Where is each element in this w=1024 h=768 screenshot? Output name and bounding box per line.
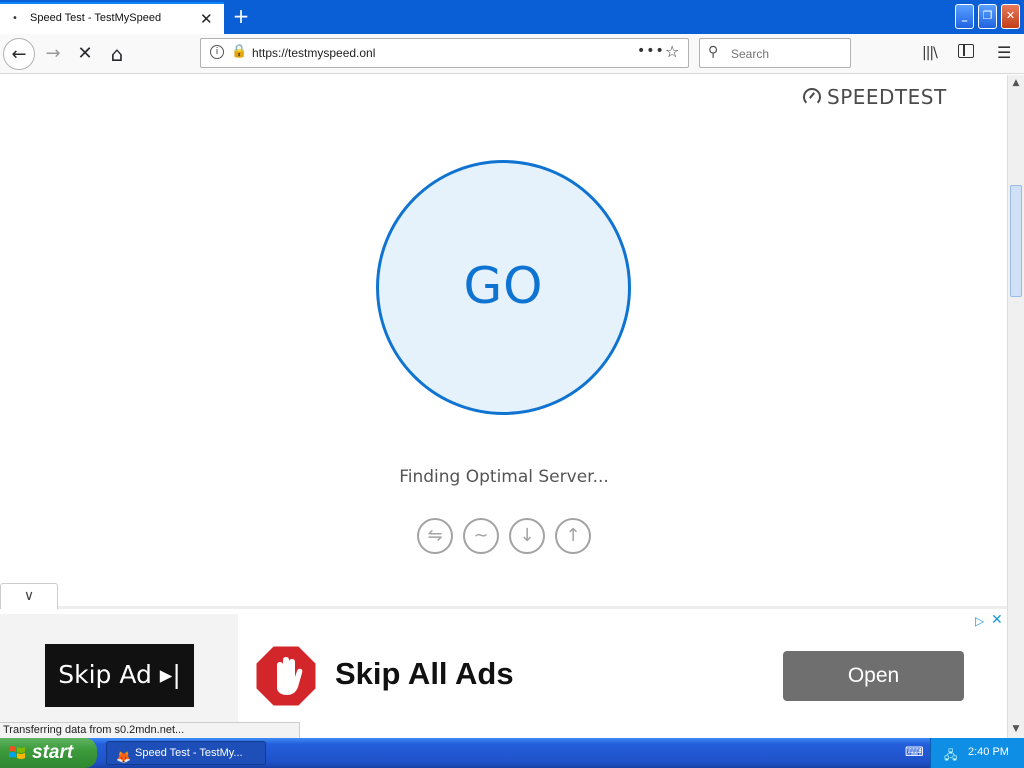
minimize-button[interactable]: _ (955, 4, 974, 29)
upload-icon: ↑ (555, 518, 591, 554)
stop-button[interactable]: ✕ (69, 38, 101, 70)
home-button[interactable]: ⌂ (101, 38, 133, 70)
start-button[interactable]: start (0, 738, 97, 768)
tab-title: Speed Test - TestMySpeed (30, 12, 162, 24)
lock-warning-icon[interactable]: 🔒 (231, 44, 247, 59)
forward-button[interactable]: → (37, 38, 69, 70)
go-button[interactable]: GO (376, 160, 631, 415)
info-icon[interactable]: i (210, 45, 224, 59)
page-actions-icon[interactable]: ••• (637, 43, 665, 59)
vertical-scrollbar[interactable]: ▲ ▼ (1007, 75, 1024, 738)
status-bar: Transferring data from s0.2mdn.net... (0, 722, 300, 739)
divider (58, 606, 1007, 609)
status-message: Finding Optimal Server... (399, 467, 609, 487)
ad-headline[interactable]: Skip All Ads (335, 656, 514, 692)
close-window-button[interactable]: ✕ (1001, 4, 1020, 29)
search-input[interactable]: ⚲ Search (699, 38, 851, 68)
stop-hand-icon (253, 643, 319, 709)
back-button[interactable]: ← (3, 38, 35, 70)
scroll-down-arrow[interactable]: ▼ (1008, 721, 1024, 737)
download-icon: ↓ (509, 518, 545, 554)
search-icon: ⚲ (708, 44, 719, 60)
speedtest-logo[interactable]: SPEEDTEST (803, 85, 947, 109)
search-placeholder: Search (731, 47, 770, 61)
url-text[interactable]: https://testmyspeed.onl (252, 46, 375, 60)
task-item-label: Speed Test - TestMy... (135, 747, 243, 759)
clock[interactable]: 2:40 PM (968, 746, 1009, 758)
library-icon[interactable]: |||\ (922, 45, 938, 61)
firefox-icon: 🦊 (116, 750, 131, 764)
jitter-icon: ∼ (463, 518, 499, 554)
keyboard-icon[interactable]: ⌨ (905, 745, 924, 760)
collapse-ad-button[interactable]: ∨ (0, 583, 58, 609)
sidebar-icon[interactable] (958, 44, 974, 58)
close-tab-icon[interactable]: ✕ (200, 10, 213, 28)
windows-logo-icon (9, 746, 25, 759)
restore-button[interactable]: ❐ (978, 4, 997, 29)
tab-speed-test[interactable]: • Speed Test - TestMySpeed ✕ (0, 2, 224, 34)
favicon-icon: • (12, 13, 18, 24)
go-label: GO (463, 257, 544, 315)
ad-banner[interactable]: Skip Ad ▸| Skip All Ads Open ▷ ✕ (0, 612, 1007, 723)
open-button[interactable]: Open (783, 651, 964, 701)
bookmark-star-icon[interactable]: ☆ (665, 42, 679, 61)
brand-name: SPEEDTEST (827, 85, 947, 109)
hamburger-menu-icon[interactable]: ☰ (997, 43, 1011, 62)
ping-icon: ⇋ (417, 518, 453, 554)
taskbar-item-firefox[interactable]: 🦊 Speed Test - TestMy... (106, 741, 266, 765)
chevron-down-icon: ∨ (23, 588, 35, 604)
network-icon[interactable]: 🖧 (944, 746, 957, 767)
page-content: SPEEDTEST GO Finding Optimal Server... ⇋… (0, 75, 1007, 723)
adchoices-icon[interactable]: ▷ (975, 614, 984, 628)
close-ad-icon[interactable]: ✕ (991, 612, 1003, 628)
gauge-icon (803, 88, 821, 106)
url-bar[interactable]: i 🔒 https://testmyspeed.onl ••• ☆ (200, 38, 689, 68)
scroll-up-arrow[interactable]: ▲ (1008, 75, 1024, 91)
skip-ad-button[interactable]: Skip Ad ▸| (45, 644, 194, 707)
navigation-toolbar: ← → ✕ ⌂ i 🔒 https://testmyspeed.onl ••• … (0, 34, 1024, 74)
taskbar: start 🦊 Speed Test - TestMy... (0, 738, 1024, 768)
start-label: start (32, 742, 74, 763)
scroll-thumb[interactable] (1010, 185, 1022, 297)
new-tab-button[interactable]: + (230, 4, 252, 28)
tab-strip: • Speed Test - TestMySpeed ✕ + _ ❐ ✕ (0, 0, 1024, 34)
